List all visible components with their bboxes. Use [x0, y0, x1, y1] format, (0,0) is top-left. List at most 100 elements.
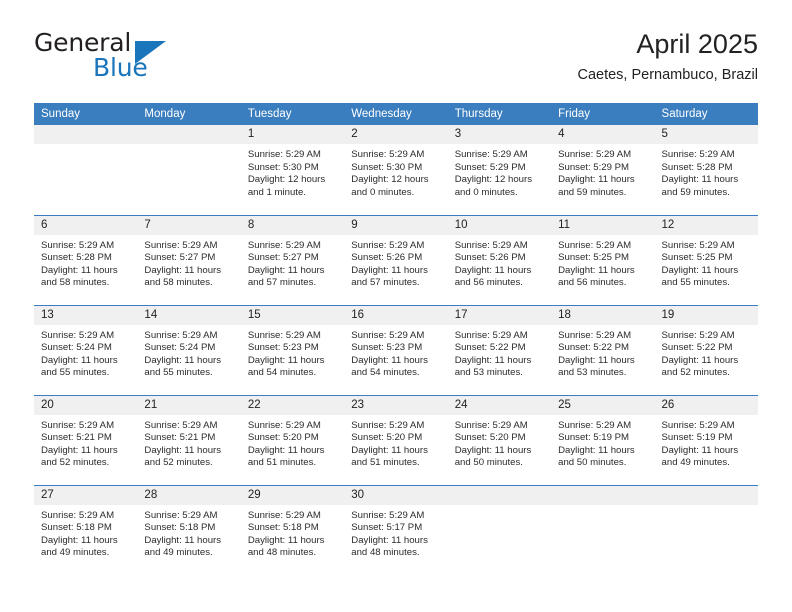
- calendar-day-cell[interactable]: 11 Sunrise: 5:29 AM Sunset: 5:25 PM Dayligh…: [551, 214, 655, 305]
- day-details: Sunrise: 5:29 AM Sunset: 5:18 PM Daylight:…: [34, 505, 137, 560]
- calendar-day-cell[interactable]: 18 Sunrise: 5:29 AM Sunset: 5:22 PM Dayligh…: [551, 304, 655, 395]
- daylight-text: Daylight: 11 hours and 52 minutes.: [661, 354, 739, 379]
- calendar-day-cell[interactable]: 17 Sunrise: 5:29 AM Sunset: 5:22 PM Dayligh…: [447, 304, 552, 395]
- calendar-day-cell[interactable]: 27 Sunrise: 5:29 AM Sunset: 5:18 PM Dayligh…: [34, 484, 138, 575]
- calendar-day-cell[interactable]: 21 Sunrise: 5:29 AM Sunset: 5:21 PM Dayligh…: [137, 394, 241, 485]
- daylight-text: Daylight: 11 hours and 54 minutes.: [351, 354, 428, 379]
- day-number: 9: [344, 215, 448, 235]
- daylight-text: Daylight: 11 hours and 57 minutes.: [247, 264, 325, 289]
- day-cell-inner: 9 Sunrise: 5:29 AM Sunset: 5:26 PM Daylight…: [344, 215, 448, 305]
- sunset-text: Sunset: 5:22 PM: [558, 342, 630, 354]
- sunset-text: Sunset: 5:27 PM: [247, 252, 319, 264]
- day-number: 8: [240, 215, 345, 235]
- daylight-text: Daylight: 11 hours and 58 minutes.: [41, 264, 118, 289]
- day-details: Sunrise: 5:29 AM Sunset: 5:20 PM Daylight:…: [344, 415, 447, 470]
- day-details: Sunrise: 5:29 AM Sunset: 5:28 PM Daylight:…: [655, 144, 758, 199]
- calendar-cell-empty: [34, 125, 138, 215]
- day-number: 26: [654, 395, 758, 415]
- calendar-day-cell[interactable]: 2 Sunrise: 5:29 AM Sunset: 5:30 PM Daylight…: [344, 125, 448, 215]
- sunset-text: Sunset: 5:28 PM: [41, 252, 112, 264]
- day-number: 13: [34, 305, 138, 325]
- calendar-day-cell[interactable]: 12 Sunrise: 5:29 AM Sunset: 5:25 PM Dayligh…: [654, 214, 758, 305]
- calendar-day-cell[interactable]: 7 Sunrise: 5:29 AM Sunset: 5:27 PM Daylight…: [137, 214, 241, 305]
- calendar-day-cell[interactable]: 16 Sunrise: 5:29 AM Sunset: 5:23 PM Dayligh…: [344, 304, 448, 395]
- day-details: Sunrise: 5:29 AM Sunset: 5:22 PM Daylight:…: [551, 325, 654, 380]
- sunrise-text: Sunrise: 5:29 AM: [661, 239, 735, 251]
- calendar-day-cell[interactable]: 9 Sunrise: 5:29 AM Sunset: 5:26 PM Daylight…: [344, 214, 448, 305]
- calendar-day-cell[interactable]: 23 Sunrise: 5:29 AM Sunset: 5:20 PM Dayligh…: [344, 394, 448, 485]
- day-details: Sunrise: 5:29 AM Sunset: 5:29 PM Daylight:…: [448, 144, 551, 199]
- calendar-day-cell[interactable]: 10 Sunrise: 5:29 AM Sunset: 5:26 PM Dayligh…: [447, 214, 552, 305]
- calendar-week-row: 1 Sunrise: 5:29 AM Sunset: 5:30 PM Daylight…: [34, 125, 758, 215]
- calendar-page: General Blue April 2025 Caetes, Pernambu…: [0, 0, 792, 612]
- sunrise-text: Sunrise: 5:29 AM: [144, 419, 218, 431]
- calendar-cell-empty: [137, 125, 241, 215]
- daylight-text: Daylight: 11 hours and 59 minutes.: [558, 174, 635, 198]
- day-cell-inner: [137, 125, 241, 215]
- day-number: 23: [344, 395, 448, 415]
- calendar-day-cell[interactable]: 24 Sunrise: 5:29 AM Sunset: 5:20 PM Dayligh…: [447, 394, 552, 485]
- day-cell-inner: 5 Sunrise: 5:29 AM Sunset: 5:28 PM Daylight…: [654, 125, 758, 215]
- day-cell-inner: 6 Sunrise: 5:29 AM Sunset: 5:28 PM Daylight…: [34, 215, 138, 305]
- day-number: 12: [654, 215, 758, 235]
- day-number: 1: [240, 125, 345, 144]
- calendar-day-cell[interactable]: 5 Sunrise: 5:29 AM Sunset: 5:28 PM Daylight…: [654, 125, 758, 215]
- day-details: Sunrise: 5:29 AM Sunset: 5:29 PM Daylight:…: [551, 144, 654, 199]
- calendar-day-cell[interactable]: 14 Sunrise: 5:29 AM Sunset: 5:24 PM Dayligh…: [137, 304, 241, 395]
- brand-logo: General Blue: [34, 28, 264, 90]
- calendar-day-cell[interactable]: 25 Sunrise: 5:29 AM Sunset: 5:19 PM Dayligh…: [551, 394, 655, 485]
- calendar-day-cell[interactable]: 13 Sunrise: 5:29 AM Sunset: 5:24 PM Dayligh…: [34, 304, 138, 395]
- sunset-text: Sunset: 5:17 PM: [351, 522, 423, 534]
- day-number: 6: [34, 215, 138, 235]
- calendar-day-cell[interactable]: 15 Sunrise: 5:29 AM Sunset: 5:23 PM Dayligh…: [240, 304, 345, 395]
- calendar-day-cell[interactable]: 20 Sunrise: 5:29 AM Sunset: 5:21 PM Dayligh…: [34, 394, 138, 485]
- day-cell-inner: 17 Sunrise: 5:29 AM Sunset: 5:22 PM Dayligh…: [447, 305, 552, 395]
- day-details: Sunrise: 5:29 AM Sunset: 5:20 PM Daylight:…: [241, 415, 344, 470]
- day-cell-inner: 4 Sunrise: 5:29 AM Sunset: 5:29 PM Daylight…: [551, 125, 655, 215]
- calendar-day-cell[interactable]: 29 Sunrise: 5:29 AM Sunset: 5:18 PM Dayligh…: [240, 484, 345, 575]
- calendar-day-cell[interactable]: 4 Sunrise: 5:29 AM Sunset: 5:29 PM Daylight…: [551, 125, 655, 215]
- brand-name-blue: Blue: [93, 53, 148, 82]
- daylight-text: Daylight: 11 hours and 58 minutes.: [144, 264, 222, 289]
- calendar-day-cell[interactable]: 26 Sunrise: 5:29 AM Sunset: 5:19 PM Dayligh…: [654, 394, 758, 485]
- sunrise-text: Sunrise: 5:29 AM: [247, 239, 321, 251]
- daylight-text: Daylight: 11 hours and 53 minutes.: [558, 354, 635, 379]
- calendar-day-cell[interactable]: 22 Sunrise: 5:29 AM Sunset: 5:20 PM Dayligh…: [240, 394, 345, 485]
- sunset-text: Sunset: 5:24 PM: [144, 342, 216, 354]
- calendar-day-cell[interactable]: 6 Sunrise: 5:29 AM Sunset: 5:28 PM Daylight…: [34, 214, 138, 305]
- page-title: April 2025: [636, 29, 758, 59]
- calendar-day-cell[interactable]: 3 Sunrise: 5:29 AM Sunset: 5:29 PM Daylight…: [447, 125, 552, 215]
- daylight-text: Daylight: 12 hours and 1 minute.: [247, 174, 326, 198]
- day-details: Sunrise: 5:29 AM Sunset: 5:30 PM Daylight:…: [241, 144, 344, 199]
- sunset-text: Sunset: 5:21 PM: [144, 432, 216, 444]
- day-details: Sunrise: 5:29 AM Sunset: 5:24 PM Daylight:…: [137, 325, 240, 380]
- sunset-text: Sunset: 5:25 PM: [661, 252, 733, 264]
- day-cell-inner: 23 Sunrise: 5:29 AM Sunset: 5:20 PM Dayligh…: [344, 395, 448, 485]
- sunrise-text: Sunrise: 5:29 AM: [454, 149, 528, 160]
- day-details: Sunrise: 5:29 AM Sunset: 5:23 PM Daylight:…: [344, 325, 447, 380]
- sunset-text: Sunset: 5:20 PM: [247, 432, 319, 444]
- daylight-text: Daylight: 11 hours and 55 minutes.: [144, 354, 222, 379]
- day-cell-inner: 8 Sunrise: 5:29 AM Sunset: 5:27 PM Daylight…: [240, 215, 345, 305]
- calendar-day-cell[interactable]: 19 Sunrise: 5:29 AM Sunset: 5:22 PM Dayligh…: [654, 304, 758, 395]
- daylight-text: Daylight: 11 hours and 52 minutes.: [144, 444, 222, 469]
- calendar-day-cell[interactable]: 30 Sunrise: 5:29 AM Sunset: 5:17 PM Dayligh…: [344, 484, 448, 575]
- day-cell-inner: [34, 125, 138, 215]
- daylight-text: Daylight: 11 hours and 49 minutes.: [144, 534, 222, 559]
- day-details: Sunrise: 5:29 AM Sunset: 5:18 PM Daylight:…: [137, 505, 240, 560]
- calendar-day-cell[interactable]: 8 Sunrise: 5:29 AM Sunset: 5:27 PM Daylight…: [240, 214, 345, 305]
- sunset-text: Sunset: 5:18 PM: [144, 522, 216, 534]
- daylight-text: Daylight: 11 hours and 51 minutes.: [351, 444, 428, 469]
- day-number: 16: [344, 305, 448, 325]
- calendar-day-cell[interactable]: 1 Sunrise: 5:29 AM Sunset: 5:30 PM Daylight…: [240, 125, 345, 215]
- day-number: 21: [137, 395, 241, 415]
- day-cell-inner: 2 Sunrise: 5:29 AM Sunset: 5:30 PM Daylight…: [344, 125, 448, 215]
- calendar-week-row: 20 Sunrise: 5:29 AM Sunset: 5:21 PM Dayligh…: [34, 394, 758, 485]
- sunrise-text: Sunrise: 5:29 AM: [558, 329, 632, 341]
- sunset-text: Sunset: 5:24 PM: [41, 342, 112, 354]
- weekday-header-tuesday: Tuesday: [240, 103, 345, 125]
- day-cell-inner: 1 Sunrise: 5:29 AM Sunset: 5:30 PM Daylight…: [240, 125, 345, 215]
- sunset-text: Sunset: 5:18 PM: [247, 522, 319, 534]
- calendar-day-cell[interactable]: 28 Sunrise: 5:29 AM Sunset: 5:18 PM Dayligh…: [137, 484, 241, 575]
- sunset-text: Sunset: 5:23 PM: [247, 342, 319, 354]
